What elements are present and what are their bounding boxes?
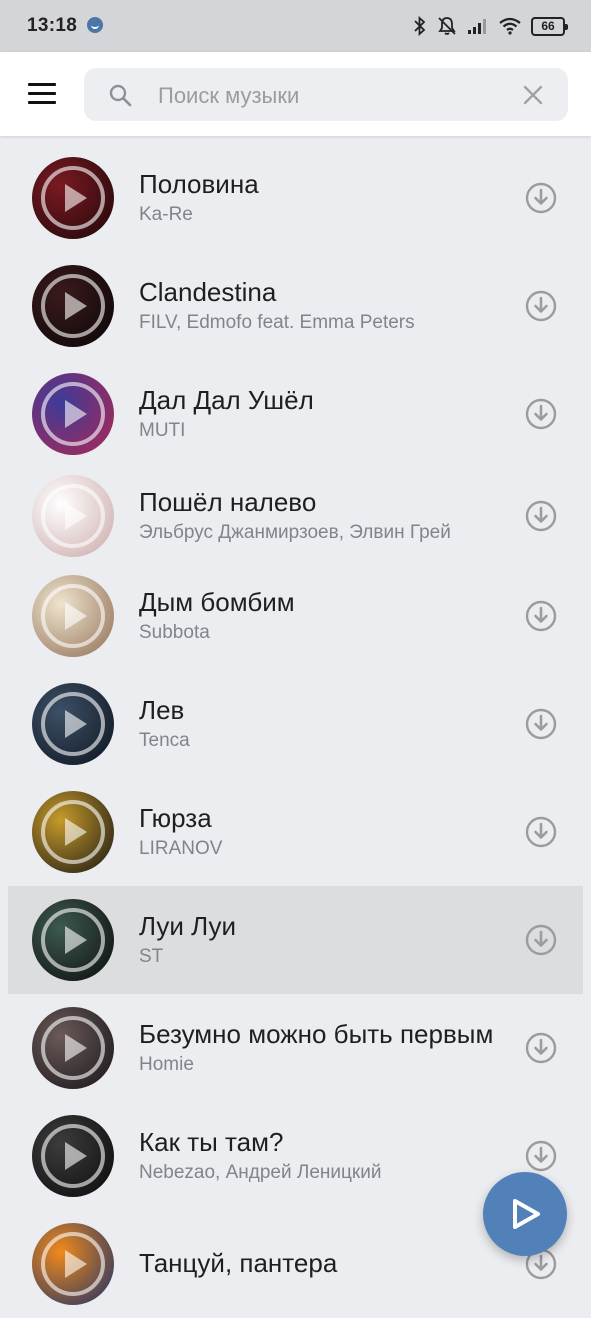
track-texts: Лев Tenca xyxy=(139,670,509,778)
menu-icon-line xyxy=(28,92,56,95)
signal-icon xyxy=(468,19,486,34)
play-icon-triangle xyxy=(65,926,87,954)
track-artist: Эльбрус Джанмирзоев, Элвин Грей xyxy=(139,522,451,543)
track-title: Как ты там? xyxy=(139,1127,284,1157)
track-artist: Subbota xyxy=(139,622,210,643)
track-artist: LIRANOV xyxy=(139,838,223,859)
track-list: Половина Ka-Re Clandestina FILV, Edmofo … xyxy=(0,136,591,1305)
play-all-button[interactable] xyxy=(483,1172,567,1256)
track-texts: Дым бомбим Subbota xyxy=(139,562,509,670)
track-row[interactable]: Дым бомбим Subbota xyxy=(8,562,583,670)
download-icon[interactable] xyxy=(525,816,557,848)
vk-notification-icon xyxy=(87,17,103,33)
download-icon[interactable] xyxy=(525,290,557,322)
play-icon-triangle xyxy=(65,818,87,846)
download-icon[interactable] xyxy=(525,182,557,214)
album-cover[interactable] xyxy=(32,475,114,557)
album-cover[interactable] xyxy=(32,683,114,765)
album-cover[interactable] xyxy=(32,1007,114,1089)
track-row[interactable]: Лев Tenca xyxy=(8,670,583,778)
album-cover[interactable] xyxy=(32,157,114,239)
menu-button[interactable] xyxy=(22,78,62,110)
track-title: Лев xyxy=(139,695,185,725)
track-title: Дым бомбим xyxy=(139,587,295,617)
track-artist: Tenca xyxy=(139,730,190,751)
clear-icon[interactable] xyxy=(522,84,544,106)
track-artist: MUTI xyxy=(139,420,186,441)
track-texts: Clandestina FILV, Edmofo feat. Emma Pete… xyxy=(139,252,509,360)
track-title: Танцуй, пантера xyxy=(139,1247,338,1278)
mute-icon xyxy=(438,17,456,35)
album-cover[interactable] xyxy=(32,1223,114,1305)
play-icon-triangle xyxy=(65,602,87,630)
search-input[interactable] xyxy=(156,68,500,123)
play-icon-triangle xyxy=(65,184,87,212)
battery-level: 66 xyxy=(541,19,555,33)
track-row[interactable]: Дал Дал Ушёл MUTI xyxy=(8,360,583,468)
download-icon[interactable] xyxy=(525,1140,557,1172)
search-icon xyxy=(109,84,132,107)
menu-icon xyxy=(28,83,56,86)
track-texts: Дал Дал Ушёл MUTI xyxy=(139,360,509,468)
track-title: Безумно можно быть первым xyxy=(139,1019,494,1049)
status-time: 13:18 xyxy=(27,15,78,36)
track-title: Clandestina xyxy=(139,277,277,307)
track-row[interactable]: Clandestina FILV, Edmofo feat. Emma Pete… xyxy=(8,252,583,360)
track-texts: Половина Ka-Re xyxy=(139,144,509,252)
top-bar xyxy=(0,52,591,136)
status-bar: 13:18 66 xyxy=(0,0,591,52)
status-icons: 66 xyxy=(413,14,568,38)
track-texts: Как ты там? Nebezao, Андрей Леницкий xyxy=(139,1102,509,1210)
download-icon[interactable] xyxy=(525,708,557,740)
play-icon xyxy=(513,1199,540,1229)
play-icon-triangle xyxy=(65,292,87,320)
track-title: Пошёл налево xyxy=(139,487,317,517)
track-row[interactable]: Безумно можно быть первым Homie xyxy=(8,994,583,1102)
track-artist: ST xyxy=(139,946,164,967)
play-icon-triangle xyxy=(65,1250,87,1278)
play-icon-triangle xyxy=(65,400,87,428)
download-icon[interactable] xyxy=(525,1032,557,1064)
track-row-active[interactable]: Луи Луи ST xyxy=(8,886,583,994)
track-artist: Ka-Re xyxy=(139,204,193,225)
album-cover[interactable] xyxy=(32,1115,114,1197)
play-icon-triangle xyxy=(65,502,87,530)
track-title: Половина xyxy=(139,169,259,199)
play-icon-triangle xyxy=(65,710,87,738)
album-cover[interactable] xyxy=(32,899,114,981)
album-cover[interactable] xyxy=(32,791,114,873)
album-cover[interactable] xyxy=(32,575,114,657)
play-icon-triangle xyxy=(65,1034,87,1062)
album-cover[interactable] xyxy=(32,373,114,455)
track-row[interactable]: Пошёл налево Эльбрус Джанмирзоев, Элвин … xyxy=(8,462,583,570)
album-cover[interactable] xyxy=(32,265,114,347)
track-row[interactable]: Гюрза LIRANOV xyxy=(8,778,583,886)
download-icon[interactable] xyxy=(525,500,557,532)
menu-icon-line xyxy=(28,101,56,104)
download-icon[interactable] xyxy=(525,398,557,430)
battery-icon: 66 xyxy=(531,16,568,36)
track-texts: Безумно можно быть первым Homie xyxy=(139,994,509,1102)
play-icon-triangle xyxy=(65,1142,87,1170)
track-texts: Гюрза LIRANOV xyxy=(139,778,509,886)
track-texts: Луи Луи ST xyxy=(139,886,509,994)
download-icon[interactable] xyxy=(525,600,557,632)
track-title: Луи Луи xyxy=(139,911,236,941)
bluetooth-icon xyxy=(414,16,426,36)
track-artist: Nebezao, Андрей Леницкий xyxy=(139,1162,382,1183)
track-row[interactable]: Половина Ka-Re xyxy=(8,144,583,252)
track-artist: Homie xyxy=(139,1054,194,1075)
track-title: Гюрза xyxy=(139,803,212,833)
track-texts: Танцуй, пантера xyxy=(139,1210,509,1318)
search-box[interactable] xyxy=(84,68,568,123)
track-title: Дал Дал Ушёл xyxy=(139,385,314,415)
wifi-icon xyxy=(499,17,521,35)
track-artist: FILV, Edmofo feat. Emma Peters xyxy=(139,312,415,333)
track-texts: Пошёл налево Эльбрус Джанмирзоев, Элвин … xyxy=(139,462,509,570)
download-icon[interactable] xyxy=(525,924,557,956)
